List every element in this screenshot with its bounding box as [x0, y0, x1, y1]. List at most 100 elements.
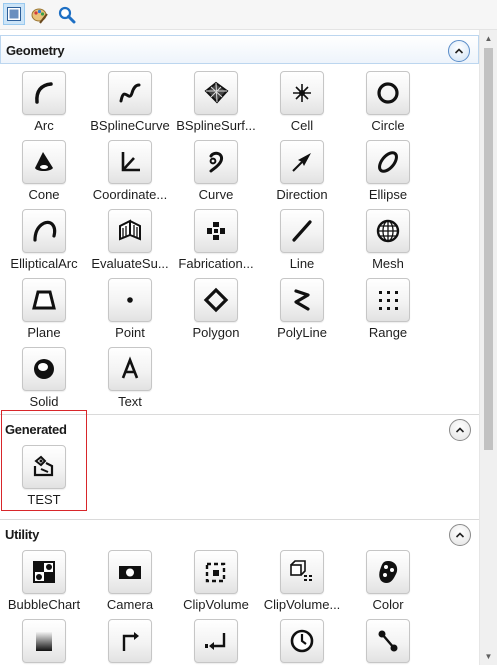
- tile-icon-box: [194, 550, 238, 594]
- node-label: Point: [115, 325, 145, 340]
- scrollbar-thumb[interactable]: [484, 48, 493, 450]
- node-gradient[interactable]: [1, 619, 87, 665]
- node-export[interactable]: [87, 619, 173, 665]
- node-point[interactable]: Point: [87, 278, 173, 344]
- node-ellipse[interactable]: Ellipse: [345, 140, 431, 206]
- tile-icon-box: [194, 140, 238, 184]
- node-label: Plane: [27, 325, 61, 340]
- tile-icon-box: [194, 619, 238, 663]
- import-icon: [205, 633, 226, 650]
- node-text[interactable]: Text: [87, 347, 173, 413]
- node-cone[interactable]: Cone: [1, 140, 87, 206]
- node-label: TEST: [27, 492, 61, 507]
- node-curve[interactable]: Curve: [173, 140, 259, 206]
- node-label: Fabrication...: [178, 256, 254, 271]
- line-icon: [292, 220, 312, 242]
- tile-icon-box: [108, 347, 152, 391]
- node-import[interactable]: [173, 619, 259, 665]
- node-circle[interactable]: Circle: [345, 71, 431, 137]
- tile-icon-box: [22, 278, 66, 322]
- tile-icon-box: [22, 445, 66, 489]
- tile-icon-box: [280, 619, 324, 663]
- node-label: BubbleChart: [7, 597, 81, 612]
- node-label: EllipticalArc: [10, 256, 78, 271]
- plane-icon: [32, 290, 56, 310]
- tile-icon-box: [194, 209, 238, 253]
- node-color[interactable]: Color: [345, 550, 431, 616]
- node-label: ClipVolume: [183, 597, 249, 612]
- node-label: ClipVolume...: [263, 597, 341, 612]
- clock-icon: [290, 629, 314, 653]
- node-label: PolyLine: [277, 325, 327, 340]
- node-bspline-surface[interactable]: BSplineSurf...: [173, 71, 259, 137]
- node-clip-volume-plane[interactable]: ClipVolume...: [259, 550, 345, 616]
- node-bubble-chart[interactable]: BubbleChart: [1, 550, 87, 616]
- evaluate-surface-icon: [119, 219, 141, 241]
- node-fabrication[interactable]: Fabrication...: [173, 209, 259, 275]
- tile-icon-box: [366, 278, 410, 322]
- section-header-generated[interactable]: Generated: [0, 414, 479, 442]
- node-label: Polygon: [192, 325, 240, 340]
- node-label: Curve: [198, 187, 234, 202]
- node-library-panel[interactable]: Geometry Arc BSplineCurve BSplineSurf...…: [0, 30, 479, 665]
- tile-icon-box: [366, 71, 410, 115]
- node-evaluate-surface[interactable]: EvaluateSu...: [87, 209, 173, 275]
- tile-icon-box: [194, 278, 238, 322]
- node-range[interactable]: Range: [345, 278, 431, 344]
- connect-icon: [378, 630, 398, 652]
- node-coordinate[interactable]: Coordinate...: [87, 140, 173, 206]
- chevron-up-icon: [455, 532, 465, 538]
- node-bspline-curve[interactable]: BSplineCurve: [87, 71, 173, 137]
- test-node-icon: [33, 455, 54, 477]
- scroll-down-arrow-icon[interactable]: ▼: [480, 648, 497, 665]
- collapse-geometry-button[interactable]: [448, 40, 470, 62]
- direction-icon: [292, 153, 311, 172]
- node-camera[interactable]: Camera: [87, 550, 173, 616]
- node-solid[interactable]: Solid: [1, 347, 87, 413]
- tile-icon-box: [280, 278, 324, 322]
- section-header-utility[interactable]: Utility: [0, 519, 479, 547]
- clip-volume-plane-icon: [290, 560, 313, 581]
- node-polyline[interactable]: PolyLine: [259, 278, 345, 344]
- search-button[interactable]: [55, 3, 77, 25]
- node-label: Direction: [276, 187, 328, 202]
- node-label: Camera: [106, 597, 154, 612]
- node-plane[interactable]: Plane: [1, 278, 87, 344]
- node-elliptical-arc[interactable]: EllipticalArc: [1, 209, 87, 275]
- collapse-generated-button[interactable]: [449, 419, 471, 441]
- tile-icon-box: [22, 550, 66, 594]
- node-label: Mesh: [372, 256, 404, 271]
- scroll-up-arrow-icon[interactable]: ▲: [480, 30, 497, 47]
- tile-icon-box: [366, 140, 410, 184]
- clip-volume-icon: [205, 562, 226, 583]
- node-label: Cone: [28, 187, 60, 202]
- palette-icon: [31, 8, 48, 24]
- node-connect[interactable]: [345, 619, 431, 665]
- elliptical-arc-icon: [33, 220, 57, 242]
- node-test[interactable]: TEST: [1, 445, 87, 511]
- view-toggle-button[interactable]: [3, 3, 25, 25]
- node-line[interactable]: Line: [259, 209, 345, 275]
- tile-icon-box: [22, 347, 66, 391]
- node-label: Circle: [371, 118, 405, 133]
- node-mesh[interactable]: Mesh: [345, 209, 431, 275]
- vertical-scrollbar[interactable]: ▲ ▼: [479, 30, 497, 665]
- node-direction[interactable]: Direction: [259, 140, 345, 206]
- mesh-icon: [376, 219, 400, 243]
- palette-button[interactable]: [28, 3, 50, 25]
- collapse-utility-button[interactable]: [449, 524, 471, 546]
- coordinate-icon: [121, 152, 140, 172]
- node-label: Cell: [290, 118, 314, 133]
- node-cell[interactable]: Cell: [259, 71, 345, 137]
- node-clock[interactable]: [259, 619, 345, 665]
- tile-icon-box: [108, 209, 152, 253]
- node-clip-volume[interactable]: ClipVolume: [173, 550, 259, 616]
- node-polygon[interactable]: Polygon: [173, 278, 259, 344]
- export-icon: [122, 632, 139, 651]
- search-icon: [58, 6, 76, 24]
- tile-icon-box: [366, 619, 410, 663]
- node-arc[interactable]: Arc: [1, 71, 87, 137]
- chevron-up-icon: [455, 427, 465, 433]
- section-header-geometry[interactable]: Geometry: [0, 35, 479, 64]
- tile-icon-box: [280, 209, 324, 253]
